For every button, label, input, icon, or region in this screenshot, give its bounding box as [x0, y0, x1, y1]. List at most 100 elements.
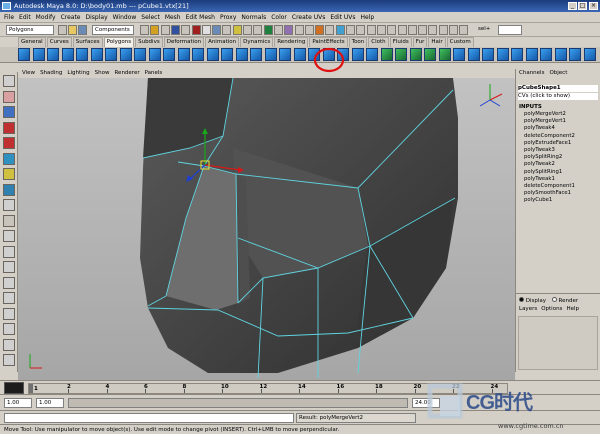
status-tool-icon[interactable] [222, 25, 232, 35]
shelf-tab-toon[interactable]: Toon [348, 37, 368, 47]
shelf-poly-tool-icon[interactable] [525, 48, 538, 61]
toolbox-tool-icon[interactable] [3, 261, 15, 273]
toolbox-tool-icon[interactable] [3, 323, 15, 335]
menu-select[interactable]: Select [141, 14, 160, 21]
status-tool-icon[interactable] [356, 25, 366, 35]
status-tool-icon[interactable] [150, 25, 160, 35]
toolbox-tool-icon[interactable] [3, 183, 15, 196]
status-tool-icon[interactable] [315, 25, 325, 35]
toolbox-tool-icon[interactable] [3, 307, 15, 320]
toolbox-tool-icon[interactable] [3, 199, 15, 211]
status-tool-icon[interactable] [366, 25, 376, 35]
shelf-poly-tool-icon[interactable] [540, 48, 552, 61]
history-node[interactable]: polyTweak4 [524, 125, 555, 132]
start-time-field[interactable]: 1.00 [4, 398, 32, 408]
shelf-tab-rendering[interactable]: Rendering [274, 37, 309, 47]
menu-color[interactable]: Color [271, 14, 287, 21]
status-tool-icon[interactable] [449, 25, 458, 35]
range-slider[interactable] [68, 398, 408, 408]
toolbox-tool-icon[interactable] [3, 354, 15, 366]
status-tool-icon[interactable] [304, 25, 314, 35]
status-tool-icon[interactable] [253, 25, 263, 35]
shelf-poly-tool-icon[interactable] [482, 48, 494, 61]
status-tool-icon[interactable] [232, 25, 242, 35]
status-tool-icon[interactable] [438, 25, 448, 35]
status-tool-icon[interactable] [273, 25, 283, 35]
panel-menu-view[interactable]: View [22, 69, 35, 78]
menu-help[interactable]: Help [361, 14, 375, 21]
open-scene-icon[interactable] [68, 25, 77, 35]
shelf-poly-tool-icon[interactable] [409, 48, 422, 61]
status-tool-icon[interactable] [201, 25, 211, 35]
shelf-poly-tool-icon[interactable] [279, 48, 291, 61]
shelf-poly-tool-icon[interactable] [264, 48, 277, 61]
viewport-canvas[interactable] [18, 78, 515, 380]
status-tool-icon[interactable] [181, 25, 191, 35]
menu-normals[interactable]: Normals [241, 14, 266, 21]
status-tool-icon[interactable] [284, 25, 294, 35]
menu-create-uvs[interactable]: Create UVs [292, 14, 325, 21]
menu-edit-mesh[interactable]: Edit Mesh [186, 14, 215, 21]
history-node[interactable]: polyTweak2 [524, 161, 555, 168]
status-tool-icon[interactable] [407, 25, 417, 35]
shelf-poly-tool-icon[interactable] [293, 48, 306, 61]
status-tool-icon[interactable] [376, 25, 386, 35]
toolbox-tool-icon[interactable] [3, 338, 15, 351]
current-time-marker[interactable] [29, 384, 33, 393]
shelf-poly-tool-icon[interactable] [90, 48, 103, 61]
layer-list[interactable] [518, 316, 598, 370]
status-tool-icon[interactable] [428, 25, 438, 35]
menu-display[interactable]: Display [86, 14, 108, 21]
shelf-poly-tool-icon[interactable] [366, 48, 378, 61]
shelf-tab-curves[interactable]: Curves [46, 37, 72, 47]
status-tool-icon[interactable] [294, 25, 304, 35]
shelf-poly-tool-icon[interactable] [569, 48, 581, 61]
shape-node-label[interactable]: pCubeShape1 [518, 85, 598, 92]
shelf-poly-tool-icon[interactable] [61, 48, 74, 61]
shelf-poly-tool-icon[interactable] [18, 48, 30, 61]
shelf-poly-tool-icon[interactable] [496, 48, 509, 61]
channel-menu-object[interactable]: Object [549, 69, 567, 78]
toolbox-tool-icon[interactable] [3, 292, 15, 304]
status-tool-icon[interactable] [263, 25, 273, 35]
shelf-poly-tool-icon[interactable] [177, 48, 190, 61]
shelf-poly-tool-icon[interactable] [424, 48, 436, 61]
layer-menu-layers[interactable]: Layers [519, 306, 537, 313]
history-node[interactable]: deleteComponent1 [524, 183, 575, 190]
shelf-tab-hair[interactable]: Hair [428, 37, 446, 47]
channel-menu-channels[interactable]: Channels [519, 69, 544, 78]
history-node[interactable]: polySplitRing1 [524, 169, 562, 176]
history-node[interactable]: polySplitRing2 [524, 154, 562, 161]
shelf-poly-tool-icon[interactable] [453, 48, 465, 61]
shelf-tab-polygons[interactable]: Polygons [103, 37, 135, 47]
save-scene-icon[interactable] [78, 25, 87, 35]
history-node[interactable]: polyExtrudeFace1 [524, 140, 571, 147]
status-tool-icon[interactable] [140, 25, 149, 35]
playback-start-field[interactable]: 1.00 [36, 398, 64, 408]
menu-edit-uvs[interactable]: Edit UVs [330, 14, 355, 21]
toolbox-tool-icon[interactable] [3, 152, 15, 165]
shelf-tab-cloth[interactable]: Cloth [368, 37, 389, 47]
toolbox-tool-icon[interactable] [3, 106, 15, 118]
status-tool-icon[interactable] [459, 25, 469, 35]
perspective-viewport[interactable] [18, 78, 515, 380]
status-tool-icon[interactable] [418, 25, 428, 35]
toolbox-tool-icon[interactable] [3, 276, 15, 289]
status-tool-icon[interactable] [346, 25, 355, 35]
menu-set-dropdown[interactable]: Polygons [6, 25, 54, 35]
status-tool-icon[interactable] [397, 25, 407, 35]
shelf-poly-tool-icon[interactable] [351, 48, 364, 61]
toolbox-tool-icon[interactable] [3, 230, 15, 242]
status-tool-icon[interactable] [160, 25, 170, 35]
history-node[interactable]: polyCube1 [524, 197, 552, 204]
shelf-poly-tool-icon[interactable] [395, 48, 407, 61]
shelf-poly-tool-icon[interactable] [235, 48, 248, 61]
status-tool-icon[interactable] [170, 25, 180, 35]
shelf-tab-surfaces[interactable]: Surfaces [72, 37, 103, 47]
shelf-poly-tool-icon[interactable] [192, 48, 204, 61]
history-node[interactable]: polyTweak1 [524, 176, 555, 183]
history-node[interactable]: deleteComponent2 [524, 133, 575, 140]
toolbox-tool-icon[interactable] [3, 245, 15, 258]
status-tool-icon[interactable] [325, 25, 335, 35]
shelf-poly-tool-icon[interactable] [134, 48, 146, 61]
